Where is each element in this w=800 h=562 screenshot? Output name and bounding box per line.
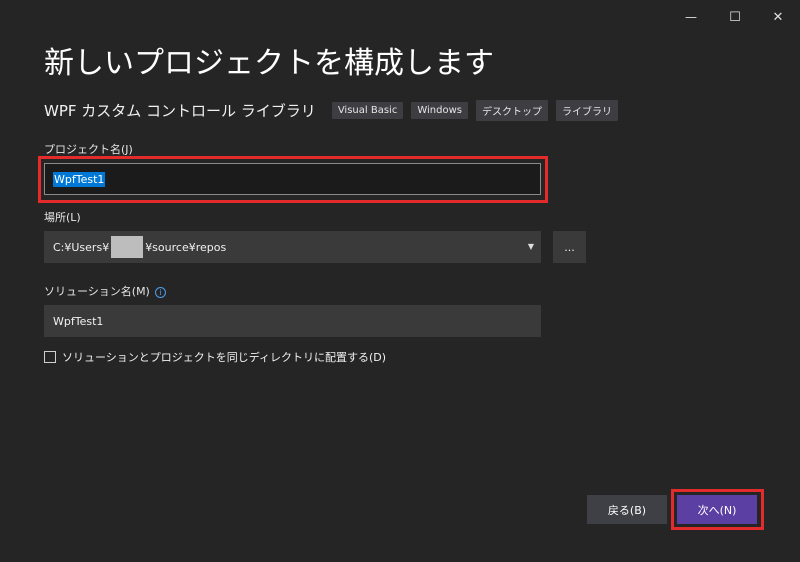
- solution-name-value: WpfTest1: [53, 314, 104, 328]
- chevron-down-icon[interactable]: ▼: [528, 242, 534, 251]
- redacted-username: [111, 236, 144, 258]
- back-button-label: 戻る(B): [607, 503, 647, 517]
- solution-name-input[interactable]: WpfTest1: [44, 305, 541, 337]
- tag-windows: Windows: [411, 102, 468, 119]
- info-icon[interactable]: i: [154, 286, 166, 298]
- tag-library: ライブラリ: [555, 100, 618, 121]
- template-info: WPF カスタム コントロール ライブラリ Visual Basic Windo…: [44, 100, 626, 121]
- location-label: 場所(L): [44, 211, 81, 224]
- next-button[interactable]: 次へ(N): [677, 495, 757, 524]
- project-name-input[interactable]: WpfTest1: [44, 163, 541, 195]
- solution-name-label: ソリューション名(M): [44, 285, 150, 298]
- same-directory-checkbox[interactable]: [44, 351, 56, 363]
- minimize-button[interactable]: —: [676, 6, 706, 28]
- template-name: WPF カスタム コントロール ライブラリ: [44, 102, 316, 120]
- page-title: 新しいプロジェクトを構成します: [44, 46, 494, 81]
- minimize-icon: —: [685, 10, 697, 24]
- project-name-value: WpfTest1: [53, 171, 106, 187]
- same-directory-option[interactable]: ソリューションとプロジェクトを同じディレクトリに配置する(D): [44, 349, 386, 365]
- next-button-label: 次へ(N): [697, 503, 737, 517]
- close-button[interactable]: ✕: [763, 6, 793, 28]
- browse-button[interactable]: ...: [553, 231, 586, 263]
- location-value-suffix: ¥source¥repos: [145, 240, 227, 254]
- browse-button-label: ...: [564, 240, 575, 254]
- maximize-icon: ☐: [729, 9, 741, 25]
- tag-desktop: デスクトップ: [475, 100, 548, 121]
- location-value-prefix: C:¥Users¥: [53, 240, 110, 254]
- back-button[interactable]: 戻る(B): [587, 495, 667, 524]
- same-directory-label: ソリューションとプロジェクトを同じディレクトリに配置する(D): [62, 351, 387, 364]
- solution-name-label-row: ソリューション名(M) i: [44, 283, 166, 299]
- close-icon: ✕: [772, 9, 784, 25]
- project-name-label: プロジェクト名(J): [44, 143, 133, 156]
- tag-visual-basic: Visual Basic: [331, 102, 404, 119]
- location-combobox[interactable]: C:¥Users¥ ¥source¥repos ▼: [44, 231, 541, 263]
- maximize-button[interactable]: ☐: [720, 6, 750, 28]
